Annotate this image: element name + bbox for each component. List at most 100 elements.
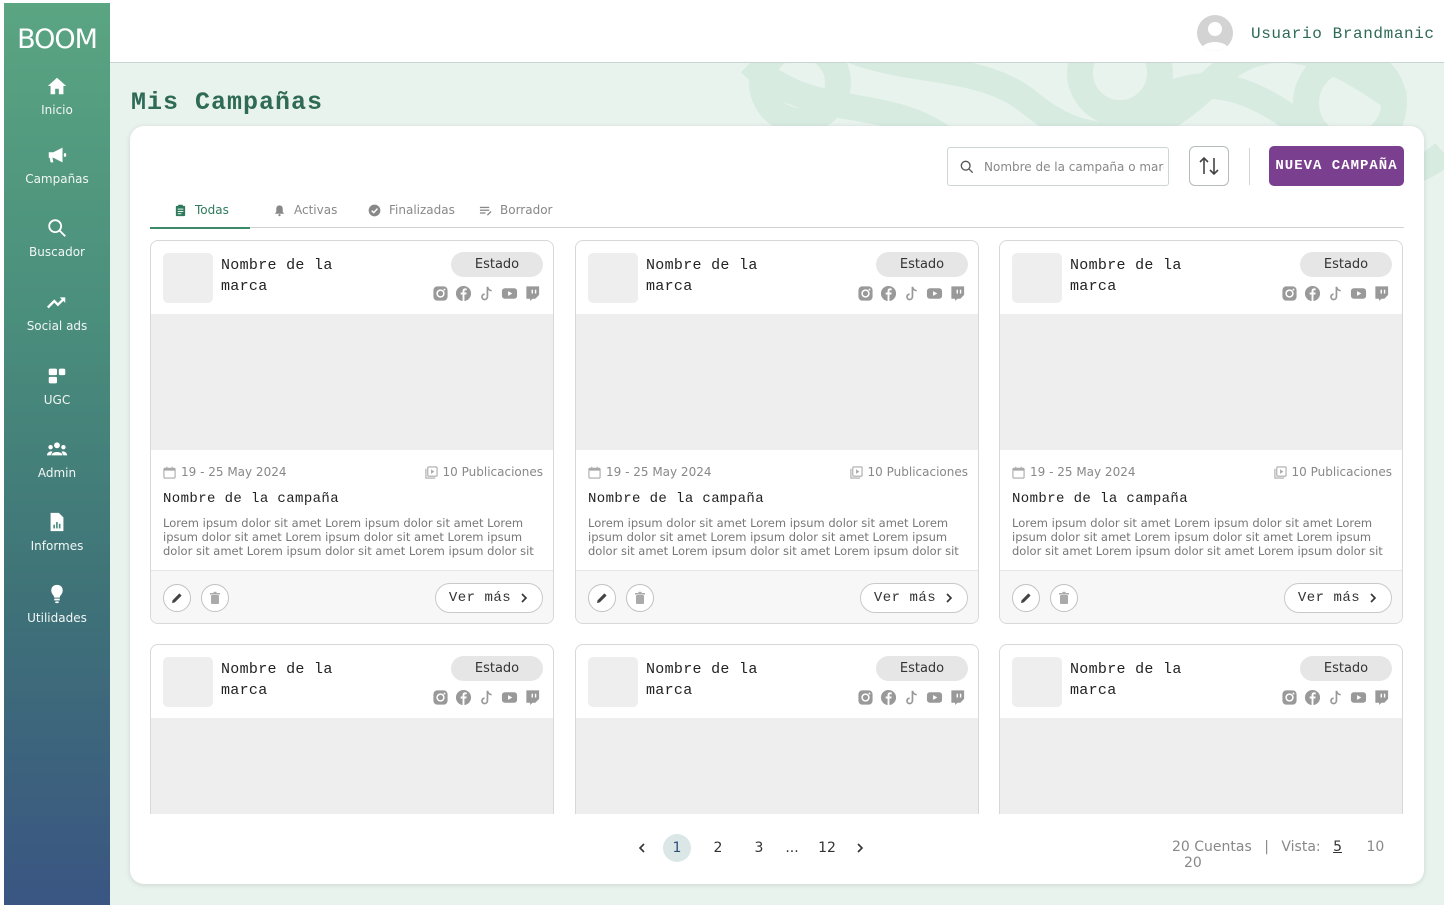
social-icons	[432, 285, 541, 302]
campaign-image-placeholder	[151, 314, 553, 450]
sidebar-item-social-ads[interactable]: Social ads	[4, 291, 110, 333]
campaign-description: Lorem ipsum dolor sit amet Lorem ipsum d…	[163, 516, 534, 560]
trending-up-icon	[46, 297, 66, 309]
sort-button[interactable]	[1189, 146, 1229, 186]
tab-activas[interactable]: Activas	[273, 192, 337, 228]
previous-page-button[interactable]	[628, 834, 656, 862]
lightbulb-icon	[51, 584, 63, 604]
media-library-icon	[424, 465, 438, 479]
page-button-12[interactable]: 12	[812, 834, 842, 862]
brand-logo	[1012, 657, 1062, 707]
tab-finalizadas[interactable]: Finalizadas	[368, 192, 455, 228]
publications-count: 10 Publicaciones	[849, 465, 968, 479]
draft-lines-icon	[479, 206, 492, 216]
trash-icon	[210, 591, 220, 604]
view-option-20[interactable]: 20	[1184, 855, 1202, 871]
view-option-10[interactable]: 10	[1366, 839, 1384, 855]
tiktok-icon	[1330, 286, 1341, 301]
sidebar-item-ugc[interactable]: UGC	[4, 365, 110, 407]
brand-logo	[588, 657, 638, 707]
edit-button[interactable]	[1012, 584, 1040, 612]
edit-button[interactable]	[163, 584, 191, 612]
youtube-icon	[501, 692, 518, 703]
calendar-icon	[1012, 466, 1025, 479]
sidebar-item-admin[interactable]: Admin	[4, 438, 110, 480]
sidebar-item-informes[interactable]: Informes	[4, 511, 110, 553]
delete-button[interactable]	[1050, 584, 1078, 612]
new-campaign-button[interactable]: NUEVA CAMPAÑA	[1269, 146, 1404, 186]
app-window: BOOM Inicio Campañas Buscador Social ads…	[4, 3, 1444, 905]
tab-label: Todas	[195, 203, 229, 217]
sidebar-item-inicio[interactable]: Inicio	[4, 75, 110, 117]
instagram-icon	[433, 286, 448, 301]
twitch-icon	[1375, 690, 1389, 706]
dashboard-icon	[48, 368, 66, 384]
brand-logo	[163, 657, 213, 707]
avatar[interactable]	[1197, 15, 1233, 51]
facebook-icon	[455, 689, 472, 706]
page-button-1[interactable]: 1	[663, 834, 691, 862]
publications-text: 10 Publicaciones	[442, 465, 543, 479]
sidebar-item-buscador[interactable]: Buscador	[4, 217, 110, 259]
search-icon	[960, 160, 974, 173]
status-badge: Estado	[1300, 252, 1392, 277]
delete-button[interactable]	[201, 584, 229, 612]
delete-button[interactable]	[626, 584, 654, 612]
view-more-button[interactable]: Ver más	[435, 583, 543, 613]
campaign-card[interactable]: Nombre de la marca Estado 19 - 25 May 20…	[999, 240, 1403, 624]
campaign-card[interactable]: Nombre de la marca Estado	[999, 644, 1403, 814]
separator: |	[1264, 839, 1269, 855]
campaign-description: Lorem ipsum dolor sit amet Lorem ipsum d…	[588, 516, 959, 560]
sidebar-item-label: UGC	[43, 393, 71, 407]
view-more-button[interactable]: Ver más	[1284, 583, 1392, 613]
search-box[interactable]	[947, 147, 1169, 186]
clipboard-icon	[175, 204, 186, 216]
chevron-left-icon	[638, 843, 645, 853]
instagram-icon	[433, 690, 448, 705]
brand-logo	[1012, 253, 1062, 303]
tab-todas[interactable]: Todas	[150, 192, 250, 229]
date-text: 19 - 25 May 2024	[181, 465, 287, 479]
chevron-right-icon	[1370, 593, 1377, 603]
media-library-icon	[1273, 465, 1287, 479]
tab-borrador[interactable]: Borrador	[479, 192, 552, 228]
tab-bar: Todas Activas Finalizadas Borrador	[150, 192, 1404, 229]
twitch-icon	[1375, 286, 1389, 302]
view-more-button[interactable]: Ver más	[860, 583, 968, 613]
instagram-icon	[858, 286, 873, 301]
youtube-icon	[501, 288, 518, 299]
campaign-card[interactable]: Nombre de la marca Estado 19 - 25 May 20…	[575, 240, 979, 624]
date-text: 19 - 25 May 2024	[1030, 465, 1136, 479]
search-input[interactable]	[984, 159, 1164, 174]
chevron-right-icon	[521, 593, 528, 603]
brand-logo	[163, 253, 213, 303]
campaign-name: Nombre de la campaña	[588, 491, 765, 507]
page-button-2[interactable]: 2	[704, 834, 732, 862]
status-badge: Estado	[876, 656, 968, 681]
publications-count: 10 Publicaciones	[424, 465, 543, 479]
campaign-card[interactable]: Nombre de la marca Estado 19 - 25 May 20…	[150, 240, 554, 624]
media-library-icon	[849, 465, 863, 479]
view-option-5[interactable]: 5	[1333, 839, 1342, 855]
boom-logo: BOOM	[17, 24, 98, 55]
card-actions: Ver más	[576, 570, 978, 623]
campaign-card[interactable]: Nombre de la marca Estado	[150, 644, 554, 814]
campaign-image-placeholder	[1000, 718, 1402, 814]
twitch-icon	[951, 690, 965, 706]
edit-button[interactable]	[588, 584, 616, 612]
view-label: Vista:	[1281, 839, 1321, 855]
tiktok-icon	[481, 690, 492, 705]
tab-label: Activas	[294, 203, 338, 217]
facebook-icon	[880, 285, 897, 302]
sidebar-item-campanas[interactable]: Campañas	[4, 144, 110, 186]
top-bar: Usuario Brandmanic	[110, 3, 1444, 63]
bell-icon	[274, 204, 285, 216]
status-badge: Estado	[451, 656, 543, 681]
campaign-card[interactable]: Nombre de la marca Estado	[575, 644, 979, 814]
campaign-image-placeholder	[576, 314, 978, 450]
brand-name: Nombre de la marca	[646, 661, 758, 699]
user-name[interactable]: Usuario Brandmanic	[1251, 25, 1435, 43]
sidebar-item-utilidades[interactable]: Utilidades	[4, 583, 110, 625]
next-page-button[interactable]	[846, 834, 874, 862]
page-button-3[interactable]: 3	[745, 834, 773, 862]
